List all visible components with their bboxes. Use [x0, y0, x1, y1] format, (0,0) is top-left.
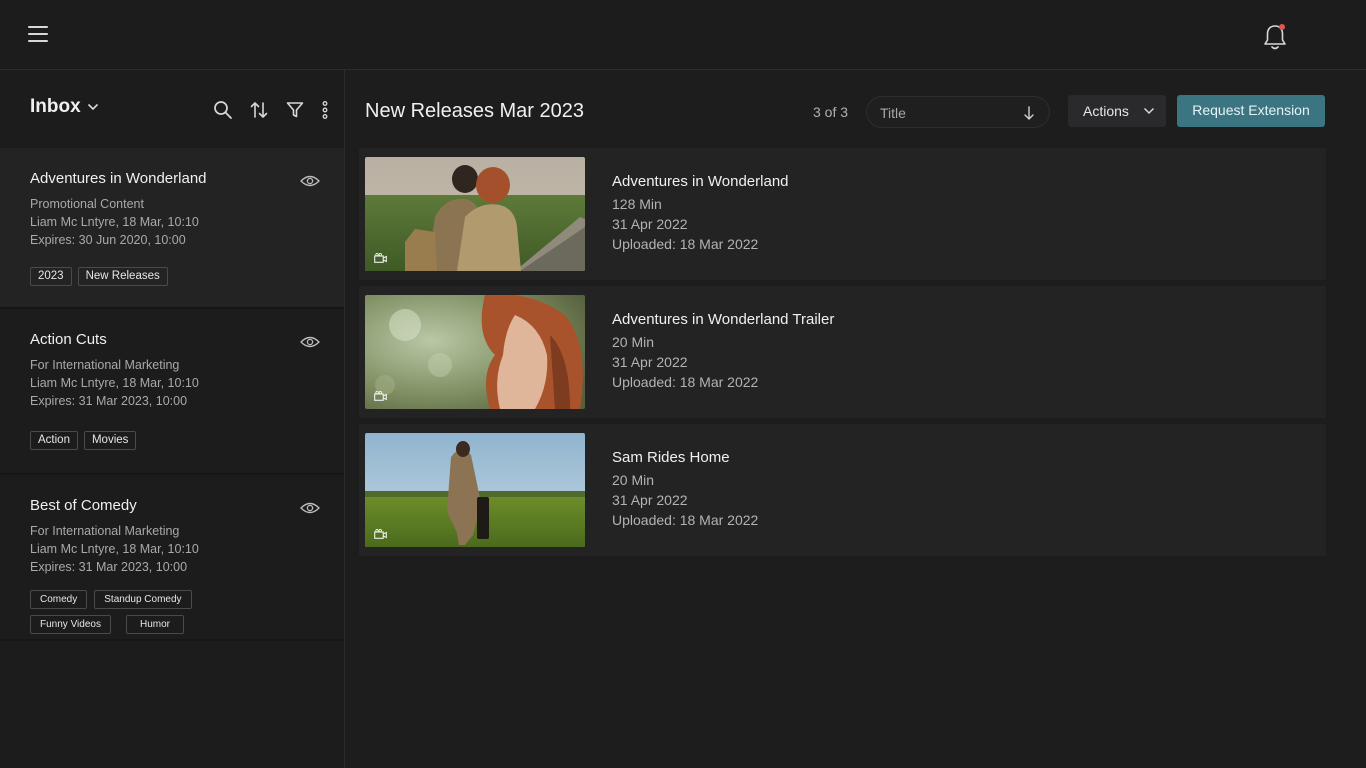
inbox-item-expires: Expires: 31 Mar 2023, 10:00 [30, 394, 188, 408]
video-thumbnail[interactable] [365, 295, 585, 409]
actions-dropdown[interactable]: Actions [1068, 95, 1166, 127]
sort-label: Title [880, 105, 906, 121]
video-thumbnail[interactable] [365, 157, 585, 271]
tag[interactable]: Funny Videos [30, 615, 111, 634]
inbox-item-author: Liam Mc Lntyre, 18 Mar, 10:10 [30, 215, 199, 229]
video-card[interactable]: Sam Rides Home 20 Min 31 Apr 2022 Upload… [359, 424, 1326, 556]
video-uploaded: Uploaded: 18 Mar 2022 [612, 512, 759, 528]
tag[interactable]: Comedy [30, 590, 88, 609]
result-count: 3 of 3 [813, 104, 849, 120]
tag[interactable]: Action [30, 431, 78, 450]
inbox-item-expires: Expires: 30 Jun 2020, 10:00 [30, 233, 186, 247]
eye-icon[interactable] [300, 174, 320, 188]
video-camera-icon [374, 529, 387, 539]
inbox-item-expires: Expires: 31 Mar 2023, 10:00 [30, 560, 188, 574]
video-title: Adventures in Wonderland Trailer [612, 311, 835, 328]
video-uploaded: Uploaded: 18 Mar 2022 [612, 374, 759, 390]
eye-icon[interactable] [300, 335, 320, 349]
inbox-item-author: Liam Mc Lntyre, 18 Mar, 10:10 [30, 376, 199, 390]
main-panel: New Releases Mar 2023 3 of 3 Title Actio… [346, 70, 1366, 768]
inbox-dropdown[interactable]: Inbox [30, 96, 99, 118]
inbox-item-name: Action Cuts [30, 331, 107, 348]
actions-label: Actions [1083, 103, 1129, 119]
hamburger-icon[interactable] [28, 26, 48, 46]
inbox-item-subtitle: Promotional Content [30, 197, 144, 211]
inbox-header: Inbox [0, 70, 344, 148]
inbox-item-action-cuts[interactable]: Action Cuts For International Marketing … [0, 309, 344, 475]
notification-dot [1279, 24, 1285, 30]
tag[interactable]: Movies [83, 431, 137, 450]
filter-icon[interactable] [284, 99, 306, 121]
arrow-down-icon [1024, 106, 1034, 120]
video-camera-icon [374, 391, 387, 401]
chevron-down-icon [87, 103, 98, 111]
sort-select[interactable]: Title [866, 96, 1050, 128]
video-uploaded: Uploaded: 18 Mar 2022 [612, 236, 759, 252]
video-date: 31 Apr 2022 [612, 492, 688, 508]
video-date: 31 Apr 2022 [612, 216, 688, 232]
inbox-item-name: Best of Comedy [30, 497, 137, 514]
page-title: New Releases Mar 2023 [365, 100, 584, 122]
video-card[interactable]: Adventures in Wonderland Trailer 20 Min … [359, 286, 1326, 418]
sort-icon[interactable] [248, 99, 270, 121]
tag[interactable]: 2023 [30, 267, 72, 286]
chevron-down-icon [1143, 107, 1155, 115]
eye-icon[interactable] [300, 501, 320, 515]
inbox-item-subtitle: For International Marketing [30, 524, 180, 538]
sidebar: Inbox Adventures in Wonderland Promotion… [0, 70, 345, 768]
tag[interactable]: Standup Comedy [94, 590, 192, 609]
inbox-item-author: Liam Mc Lntyre, 18 Mar, 10:10 [30, 542, 199, 556]
inbox-item-name: Adventures in Wonderland [30, 170, 207, 187]
inbox-title: Inbox [30, 96, 81, 117]
inbox-item-best-of-comedy[interactable]: Best of Comedy For International Marketi… [0, 475, 344, 641]
bell-icon[interactable] [1262, 23, 1288, 51]
video-card[interactable]: Adventures in Wonderland 128 Min 31 Apr … [359, 148, 1326, 280]
tag[interactable]: Humor [125, 615, 184, 634]
inbox-item-subtitle: For International Marketing [30, 358, 180, 372]
video-duration: 128 Min [612, 196, 662, 212]
tag[interactable]: New Releases [77, 267, 168, 286]
more-icon[interactable] [320, 99, 330, 121]
video-duration: 20 Min [612, 334, 655, 350]
video-thumbnail[interactable] [365, 433, 585, 547]
request-extension-button[interactable]: Request Extension [1177, 95, 1325, 127]
video-date: 31 Apr 2022 [612, 354, 688, 370]
inbox-item-adventures[interactable]: Adventures in Wonderland Promotional Con… [0, 148, 344, 309]
video-title: Adventures in Wonderland [612, 173, 789, 190]
video-title: Sam Rides Home [612, 449, 730, 466]
inbox-list: Adventures in Wonderland Promotional Con… [0, 148, 344, 641]
search-icon[interactable] [212, 99, 234, 121]
video-camera-icon [374, 253, 387, 263]
video-duration: 20 Min [612, 472, 655, 488]
top-bar [0, 0, 1366, 70]
